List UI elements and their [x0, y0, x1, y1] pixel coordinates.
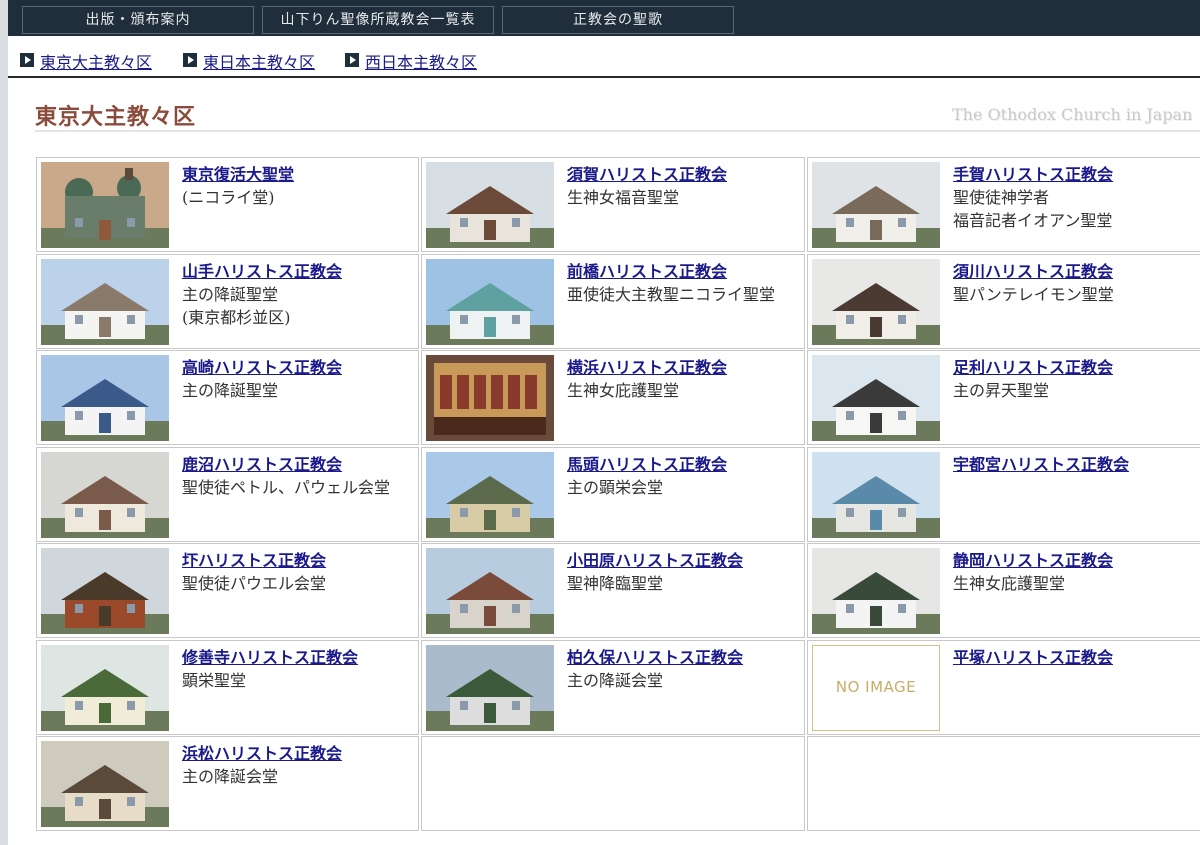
church-dedication: 生神女庇護聖堂 [567, 381, 680, 400]
church-card: 宇都宮ハリストス正教会 [807, 447, 1200, 542]
arrow-right-icon [20, 53, 34, 67]
church-card: 静岡ハリストス正教会生神女庇護聖堂 [807, 543, 1200, 638]
church-card: 手賀ハリストス正教会聖使徒神学者福音記者イオアン聖堂 [807, 157, 1200, 252]
church-thumbnail[interactable] [41, 452, 169, 538]
church-name-link[interactable]: 宇都宮ハリストス正教会 [953, 451, 1129, 475]
arrow-right-icon [183, 53, 197, 67]
page-title: 東京大主教々区 [35, 105, 197, 130]
nav-yamashita-rin-icons-button[interactable]: 山下りん聖像所蔵教会一覧表 [262, 6, 494, 34]
church-dedication: 主の降誕会堂 [567, 671, 664, 690]
church-dedication: 主の昇天聖堂 [953, 381, 1050, 400]
church-thumbnail[interactable] [426, 259, 554, 345]
church-dedication: 生神女福音聖堂 [567, 188, 680, 207]
church-name-link[interactable]: 平塚ハリストス正教会 [953, 644, 1113, 668]
church-card: 高崎ハリストス正教会主の降誕聖堂 [36, 350, 419, 445]
church-dedication: 聖パンテレイモン聖堂 [953, 285, 1114, 304]
church-name-link[interactable]: 鹿沼ハリストス正教会 [182, 451, 342, 475]
nav-hymns-button[interactable]: 正教会の聖歌 [502, 6, 734, 34]
church-thumbnail[interactable] [41, 645, 169, 731]
church-thumbnail[interactable] [426, 645, 554, 731]
church-card: 須川ハリストス正教会聖パンテレイモン聖堂 [807, 254, 1200, 349]
church-name-link[interactable]: 馬頭ハリストス正教会 [567, 451, 727, 475]
church-thumbnail[interactable] [426, 548, 554, 634]
church-card: 修善寺ハリストス正教会顕栄聖堂 [36, 640, 419, 735]
church-card: 横浜ハリストス正教会生神女庇護聖堂 [421, 350, 805, 445]
heading-divider [35, 130, 1200, 132]
window-edge [0, 0, 8, 845]
church-thumbnail[interactable] [812, 452, 940, 538]
subnav-divider [8, 76, 1200, 78]
church-card: 圷ハリストス正教会聖使徒パウエル会堂 [36, 543, 419, 638]
church-name-link[interactable]: 前橋ハリストス正教会 [567, 258, 727, 282]
subnav-link-label: 東日本主教々区 [203, 53, 316, 72]
church-name-link[interactable]: 圷ハリストス正教会 [182, 547, 326, 571]
church-dedication: 聖使徒ペトル、パウェル会堂 [182, 478, 391, 497]
church-name-link[interactable]: 小田原ハリストス正教会 [567, 547, 743, 571]
church-dedication: 主の降誕聖堂 [182, 285, 279, 304]
sub-nav: 東京大主教々区 東日本主教々区 西日本主教々区 [8, 36, 1200, 78]
church-name-link[interactable]: 手賀ハリストス正教会 [953, 161, 1113, 185]
church-card: 浜松ハリストス正教会主の降誕会堂 [36, 736, 419, 831]
nav-publications-button[interactable]: 出版・頒布案内 [22, 6, 254, 34]
church-name-link[interactable]: 修善寺ハリストス正教会 [182, 644, 358, 668]
church-name-link[interactable]: 高崎ハリストス正教会 [182, 354, 342, 378]
subnav-link-label: 西日本主教々区 [365, 53, 478, 72]
church-name-link[interactable]: 柏久保ハリストス正教会 [567, 644, 743, 668]
church-thumbnail[interactable] [41, 355, 169, 441]
church-dedication: 聖使徒パウエル会堂 [182, 574, 327, 593]
church-thumbnail[interactable] [812, 548, 940, 634]
church-name-link[interactable]: 横浜ハリストス正教会 [567, 354, 727, 378]
church-thumbnail[interactable] [41, 259, 169, 345]
church-thumbnail[interactable] [426, 355, 554, 441]
church-thumbnail[interactable] [812, 162, 940, 248]
empty-cell [421, 736, 805, 831]
church-dedication: 顕栄聖堂 [182, 671, 247, 690]
church-dedication: 聖使徒神学者 [953, 188, 1050, 207]
no-image-placeholder[interactable]: NO IMAGE [812, 645, 940, 731]
church-card: 前橋ハリストス正教会亜使徒大主教聖ニコライ聖堂 [421, 254, 805, 349]
church-card: NO IMAGE 平塚ハリストス正教会 [807, 640, 1200, 735]
church-dedication: 聖神降臨聖堂 [567, 574, 664, 593]
church-thumbnail[interactable] [426, 452, 554, 538]
church-card: 小田原ハリストス正教会聖神降臨聖堂 [421, 543, 805, 638]
church-dedication: (ニコライ堂) [182, 188, 275, 207]
church-card: 須賀ハリストス正教会生神女福音聖堂 [421, 157, 805, 252]
church-card: 山手ハリストス正教会主の降誕聖堂 (東京都杉並区) [36, 254, 419, 349]
church-name-link[interactable]: 浜松ハリストス正教会 [182, 740, 342, 764]
church-dedication: 福音記者イオアン聖堂 [953, 211, 1113, 230]
church-dedication: 主の顕栄会堂 [567, 478, 664, 497]
subnav-tokyo-diocese-link[interactable]: 東京大主教々区 [20, 52, 170, 74]
church-thumbnail[interactable] [41, 162, 169, 248]
top-nav-bar: 出版・頒布案内 山下りん聖像所蔵教会一覧表 正教会の聖歌 [8, 0, 1200, 36]
church-thumbnail[interactable] [41, 741, 169, 827]
church-card: 馬頭ハリストス正教会主の顕栄会堂 [421, 447, 805, 542]
subnav-link-label: 東京大主教々区 [40, 53, 153, 72]
no-image-label: NO IMAGE [835, 678, 917, 696]
church-card: 足利ハリストス正教会主の昇天聖堂 [807, 350, 1200, 445]
church-card: 柏久保ハリストス正教会主の降誕会堂 [421, 640, 805, 735]
church-thumbnail[interactable] [426, 162, 554, 248]
church-name-link[interactable]: 山手ハリストス正教会 [182, 258, 342, 282]
church-name-link[interactable]: 東京復活大聖堂 [182, 161, 294, 185]
church-card: 鹿沼ハリストス正教会聖使徒ペトル、パウェル会堂 [36, 447, 419, 542]
church-dedication: 亜使徒大主教聖ニコライ聖堂 [567, 285, 776, 304]
church-card: 東京復活大聖堂 (ニコライ堂) [36, 157, 419, 252]
church-dedication: 主の降誕聖堂 [182, 381, 279, 400]
church-name-link[interactable]: 須賀ハリストス正教会 [567, 161, 727, 185]
church-name-link[interactable]: 足利ハリストス正教会 [953, 354, 1113, 378]
empty-cell [807, 736, 1200, 831]
page: 出版・頒布案内 山下りん聖像所蔵教会一覧表 正教会の聖歌 東京大主教々区 東日本… [0, 0, 1200, 845]
church-dedication: (東京都杉並区) [182, 308, 291, 327]
church-name-link[interactable]: 須川ハリストス正教会 [953, 258, 1113, 282]
arrow-right-icon [345, 53, 359, 67]
church-thumbnail[interactable] [812, 355, 940, 441]
church-dedication: 生神女庇護聖堂 [953, 574, 1066, 593]
church-thumbnail[interactable] [41, 548, 169, 634]
church-thumbnail[interactable] [812, 259, 940, 345]
page-subtitle: The Othodox Church in Japan [952, 105, 1193, 124]
church-dedication: 主の降誕会堂 [182, 767, 279, 786]
subnav-east-japan-diocese-link[interactable]: 東日本主教々区 [183, 52, 333, 74]
church-name-link[interactable]: 静岡ハリストス正教会 [953, 547, 1113, 571]
subnav-west-japan-diocese-link[interactable]: 西日本主教々区 [345, 52, 495, 74]
